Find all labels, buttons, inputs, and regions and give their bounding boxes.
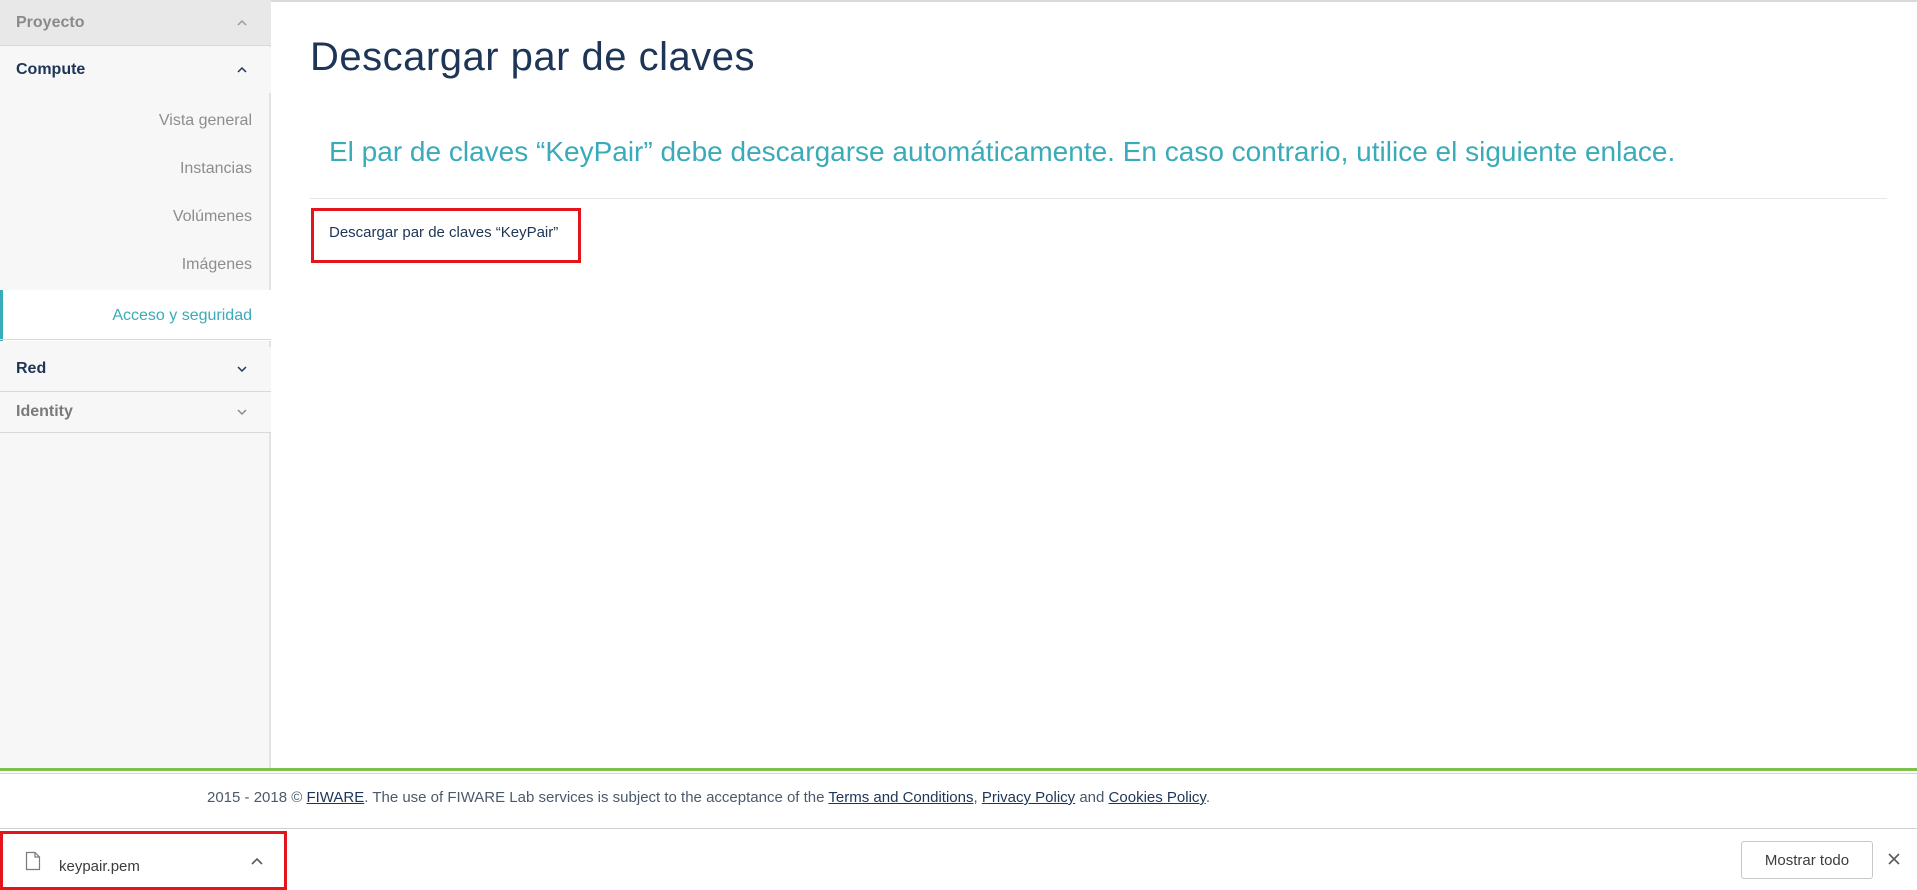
footer-and: and (1075, 789, 1109, 806)
show-all-downloads-button[interactable]: Mostrar todo (1741, 841, 1873, 879)
footer: 2015 - 2018 © FIWARE. The use of FIWARE … (0, 768, 1917, 828)
footer-notice: . The use of FIWARE Lab services is subj… (364, 789, 829, 806)
fiware-link[interactable]: FIWARE (306, 789, 364, 806)
sidebar-item-acceso-y-seguridad[interactable]: Acceso y seguridad (0, 290, 271, 341)
download-file-name: keypair.pem (59, 858, 140, 875)
divider (0, 773, 1917, 774)
download-bar: keypair.pem Mostrar todo (0, 828, 1917, 890)
sidebar-section-proyecto[interactable]: Proyecto (0, 0, 271, 46)
download-message: El par de claves “KeyPair” debe descarga… (329, 136, 1676, 167)
chevron-up-icon[interactable] (250, 855, 264, 869)
terms-link[interactable]: Terms and Conditions (828, 789, 973, 806)
sidebar-section-label: Identity (16, 403, 73, 420)
sidebar-item-label: Volúmenes (172, 208, 252, 225)
divider (310, 198, 1887, 199)
sidebar-item-vista-general[interactable]: Vista general (0, 97, 271, 145)
footer-text: 2015 - 2018 © FIWARE. The use of FIWARE … (207, 789, 1210, 806)
chevron-up-icon (237, 19, 247, 26)
sidebar-section-label: Compute (16, 61, 86, 78)
sidebar-section-compute[interactable]: Compute (0, 47, 271, 93)
chevron-down-icon (237, 366, 247, 373)
footer-copyright: 2015 - 2018 © (207, 789, 307, 806)
chevron-up-icon (237, 66, 247, 73)
sidebar-section-identity[interactable]: Identity (0, 392, 271, 433)
download-item[interactable]: keypair.pem (0, 831, 287, 890)
cookies-policy-link[interactable]: Cookies Policy (1109, 789, 1206, 806)
sidebar-item-label: Imágenes (181, 256, 252, 273)
sidebar-section-red[interactable]: Red (0, 347, 271, 392)
sidebar-item-imagenes[interactable]: Imágenes (0, 241, 271, 289)
chevron-down-icon (237, 409, 247, 416)
download-keypair-link[interactable]: Descargar par de claves “KeyPair” (311, 208, 581, 263)
close-icon[interactable] (1886, 851, 1902, 867)
file-icon (25, 851, 41, 871)
sidebar-item-volumenes[interactable]: Volúmenes (0, 193, 271, 241)
sidebar: Proyecto Compute Vista general Instancia… (0, 0, 271, 768)
divider (0, 339, 271, 340)
privacy-policy-link[interactable]: Privacy Policy (982, 789, 1075, 806)
footer-end: . (1205, 789, 1210, 806)
sidebar-item-label: Instancias (179, 160, 252, 177)
divider (271, 0, 1917, 2)
sidebar-item-label: Acceso y seguridad (112, 307, 252, 324)
sidebar-item-label: Vista general (158, 112, 252, 129)
page-title: Descargar par de claves (310, 35, 756, 79)
sidebar-item-instancias[interactable]: Instancias (0, 145, 271, 193)
sidebar-section-label: Proyecto (16, 13, 85, 31)
footer-separator: , (973, 789, 982, 806)
sidebar-section-label: Red (16, 360, 47, 377)
